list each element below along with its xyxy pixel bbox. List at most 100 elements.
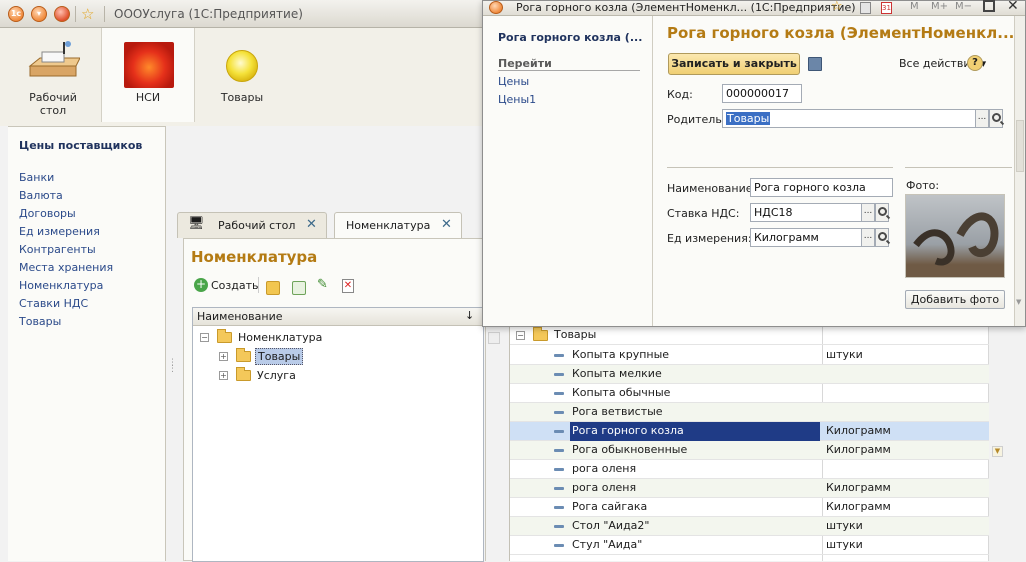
tree-row[interactable]: + Товары bbox=[193, 347, 483, 366]
dialog-heading: Рога горного козла (ЭлементНоменкл... bbox=[667, 24, 1015, 42]
list-row[interactable]: Копыта крупные штуки bbox=[510, 346, 989, 365]
close-icon[interactable]: ✕ bbox=[306, 217, 317, 232]
vat-field[interactable]: НДС18 bbox=[750, 203, 862, 222]
tab-nomenclature[interactable]: Номенклатура ✕ bbox=[334, 212, 462, 239]
memory-minus-button[interactable]: M− bbox=[955, 1, 972, 12]
folder-icon bbox=[217, 329, 232, 343]
app-logo-icon bbox=[489, 1, 503, 14]
expand-icon[interactable]: + bbox=[219, 352, 228, 361]
menu-arrow-icon[interactable]: ▾ bbox=[31, 6, 47, 22]
help-button[interactable]: ? bbox=[967, 55, 983, 71]
create-group-icon[interactable] bbox=[266, 281, 280, 295]
favorites-star-icon[interactable]: ☆ bbox=[81, 5, 94, 23]
section-goods[interactable]: Товары bbox=[207, 28, 277, 122]
nav-item-counterparties[interactable]: Контрагенты bbox=[19, 243, 96, 256]
open-button[interactable] bbox=[875, 228, 889, 247]
list-row[interactable]: Стол "Аида2" штуки bbox=[510, 517, 989, 536]
dialog-navigation: Рога горного козла (... Перейти Цены Цен… bbox=[483, 16, 653, 326]
list-scrollbar[interactable]: ▼ bbox=[989, 324, 1026, 561]
list-row-unit: штуки bbox=[826, 538, 863, 551]
list-row[interactable]: Рога горного козла Килограмм bbox=[510, 422, 989, 441]
unit-label: Ед измерения: bbox=[667, 232, 752, 245]
nav-item-units[interactable]: Ед измерения bbox=[19, 225, 100, 238]
dialog-nav-link-prices1[interactable]: Цены1 bbox=[498, 93, 536, 106]
nav-heading[interactable]: Цены поставщиков bbox=[19, 139, 142, 152]
maximize-icon[interactable] bbox=[983, 0, 995, 12]
select-button[interactable]: ... bbox=[861, 203, 875, 222]
column-header[interactable]: Наименование ↓ bbox=[193, 308, 483, 326]
expand-icon[interactable]: + bbox=[219, 371, 228, 380]
nav-item-storage[interactable]: Места хранения bbox=[19, 261, 113, 274]
edit-pencil-icon[interactable]: ✎ bbox=[317, 277, 328, 292]
list-row[interactable]: Рога ветвистые bbox=[510, 403, 989, 422]
search-icon bbox=[992, 113, 1001, 122]
dialog-nav-link-prices[interactable]: Цены bbox=[498, 75, 529, 88]
section-nsi[interactable]: НСИ bbox=[101, 28, 195, 122]
parent-field[interactable]: Товары bbox=[722, 109, 976, 128]
nav-item-banks[interactable]: Банки bbox=[19, 171, 54, 184]
name-field[interactable]: Рога горного козла bbox=[750, 178, 893, 197]
unit-field[interactable]: Килограмм bbox=[750, 228, 862, 247]
photo-label: Фото: bbox=[906, 179, 940, 192]
list-row-name: Рога сайгака bbox=[572, 500, 648, 513]
collapse-icon[interactable]: − bbox=[200, 333, 209, 342]
list-row[interactable]: Копыта мелкие bbox=[510, 365, 989, 384]
collapse-icon[interactable]: − bbox=[516, 331, 525, 340]
list-row[interactable]: рога оленя bbox=[510, 460, 989, 479]
divider bbox=[905, 167, 1012, 168]
section-desktop[interactable]: Рабочий стол bbox=[18, 28, 88, 122]
item-dash-icon bbox=[554, 506, 564, 509]
favorites-star-icon[interactable]: ☆ bbox=[831, 0, 843, 14]
calendar-icon[interactable]: 31 bbox=[881, 2, 892, 14]
list-row-name: Стул "Аида" bbox=[572, 538, 643, 551]
memory-plus-button[interactable]: M+ bbox=[931, 1, 948, 12]
code-field[interactable]: 000000017 bbox=[722, 84, 802, 103]
delete-mark-icon[interactable]: ✕ bbox=[342, 279, 354, 293]
tree-row[interactable]: − Номенклатура bbox=[193, 328, 483, 347]
create-button[interactable]: Создать bbox=[211, 279, 259, 292]
nav-item-goods[interactable]: Товары bbox=[19, 315, 61, 328]
scroll-up-icon[interactable] bbox=[488, 332, 500, 344]
history-icon[interactable] bbox=[54, 6, 70, 22]
nav-item-nomenclature[interactable]: Номенклатура bbox=[19, 279, 103, 292]
close-icon[interactable]: ✕ bbox=[441, 217, 452, 232]
select-button[interactable]: ... bbox=[975, 109, 989, 128]
list-row[interactable]: Рога обыкновенные Килограмм bbox=[510, 441, 989, 460]
list-row-name: Копыта обычные bbox=[572, 386, 671, 399]
list-row[interactable]: Стул "Аида" штуки bbox=[510, 536, 989, 555]
dialog-nav-current[interactable]: Рога горного козла (... bbox=[498, 31, 642, 44]
select-button[interactable]: ... bbox=[861, 228, 875, 247]
yellow-ball-icon bbox=[226, 50, 258, 82]
list-row-name: Копыта крупные bbox=[572, 348, 670, 361]
tree-row[interactable]: + Услуга bbox=[193, 366, 483, 385]
nav-item-vat-rates[interactable]: Ставки НДС bbox=[19, 297, 88, 310]
create-plus-icon[interactable]: + bbox=[194, 278, 208, 292]
list-row[interactable]: рога оленя Килограмм bbox=[510, 479, 989, 498]
nav-item-contracts[interactable]: Договоры bbox=[19, 207, 76, 220]
list-group-row[interactable]: − Товары bbox=[510, 326, 989, 345]
splitter-handle[interactable]: ⋮ ⋮ bbox=[168, 359, 177, 374]
nav-item-currency[interactable]: Валюта bbox=[19, 189, 63, 202]
item-dash-icon bbox=[554, 449, 564, 452]
add-photo-button[interactable]: Добавить фото bbox=[905, 290, 1005, 309]
dialog-scrollbar[interactable]: ▼ bbox=[1014, 16, 1025, 326]
tab-desktop[interactable]: 🖥 Рабочий стол ✕ bbox=[177, 212, 327, 238]
copy-icon[interactable] bbox=[292, 281, 306, 295]
open-button[interactable] bbox=[989, 109, 1003, 128]
save-and-close-button[interactable]: Записать и закрыть bbox=[668, 53, 800, 75]
list-row[interactable]: Рога сайгака Килограмм bbox=[510, 498, 989, 517]
item-dash-icon bbox=[554, 354, 564, 357]
save-disk-icon[interactable] bbox=[808, 57, 822, 71]
scroll-down-icon[interactable]: ▼ bbox=[1016, 298, 1021, 306]
sections-panel: Рабочий стол НСИ Товары bbox=[0, 28, 484, 126]
list-row[interactable]: Копыта обычные bbox=[510, 384, 989, 403]
memory-button[interactable]: M bbox=[910, 1, 919, 12]
tab-label: Номенклатура bbox=[346, 219, 431, 232]
calculator-icon[interactable] bbox=[860, 2, 871, 14]
scrollbar-thumb[interactable] bbox=[1016, 120, 1024, 172]
scroll-down-icon[interactable]: ▼ bbox=[992, 446, 1003, 457]
section-label: НСИ bbox=[135, 91, 161, 104]
close-icon[interactable]: ✕ bbox=[1007, 0, 1019, 14]
app-logo-icon[interactable]: 1c bbox=[8, 6, 24, 22]
open-button[interactable] bbox=[875, 203, 889, 222]
